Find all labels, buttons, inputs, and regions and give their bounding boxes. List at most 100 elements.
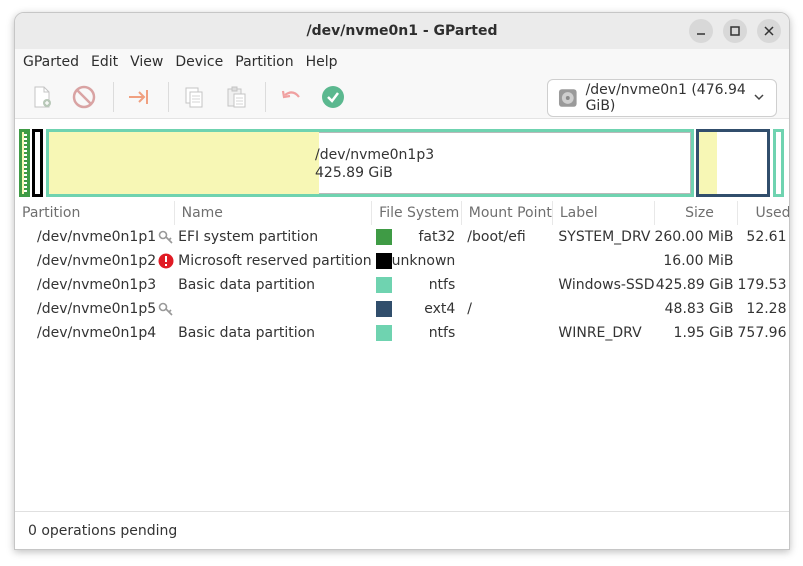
menu-gparted[interactable]: GParted — [17, 49, 85, 75]
minimize-button[interactable] — [689, 19, 713, 43]
filesystem-name: ext4 — [424, 301, 456, 317]
paste-icon — [227, 86, 246, 107]
used-space-fill — [49, 132, 319, 194]
key-icon — [158, 230, 173, 244]
close-button[interactable] — [757, 19, 781, 43]
partition-path: /dev/nvme0n1p1 — [37, 229, 157, 245]
chevron-down-icon — [754, 94, 764, 101]
partition-name: EFI system partition — [178, 229, 319, 245]
column-header-size[interactable]: Size — [654, 201, 739, 225]
filesystem-color-swatch — [375, 277, 392, 293]
partition-size: 48.83 GiB — [664, 301, 734, 317]
partition-name: Basic data partition — [178, 325, 316, 341]
undo-icon — [281, 90, 300, 98]
copy-button[interactable] — [177, 80, 211, 114]
filesystem-color-swatch — [375, 253, 392, 269]
table-row[interactable]: /dev/nvme0n1p1 EFI system partition fat3… — [15, 225, 789, 249]
filesystem-name: unknown — [391, 253, 456, 269]
partition-size: 16.00 MiB — [663, 253, 734, 269]
apply-button[interactable] — [316, 80, 350, 114]
menu-edit[interactable]: Edit — [85, 49, 124, 75]
mount-point — [461, 321, 552, 345]
maximize-button[interactable] — [723, 19, 747, 43]
partition-label — [552, 249, 654, 273]
filesystem-color-swatch — [375, 325, 392, 341]
column-header-mountpoint[interactable]: Mount Point — [461, 201, 553, 225]
table-row[interactable]: /dev/nvme0n1p2 Microsoft reserved partit… — [15, 249, 789, 273]
operations-pending-text: 0 operations pending — [28, 522, 178, 539]
partition-label: SYSTEM_DRV — [558, 229, 651, 245]
toolbar: /dev/nvme0n1 (476.94 GiB) — [15, 75, 789, 119]
new-document-icon — [34, 86, 51, 107]
partition-label: WINRE_DRV — [558, 325, 642, 341]
diskmap-partition-p4[interactable] — [773, 129, 784, 197]
undo-button[interactable] — [274, 80, 308, 114]
disk-map: /dev/nvme0n1p3 425.89 GiB — [15, 119, 789, 197]
resize-arrow-icon — [129, 89, 148, 104]
diskmap-partition-size: 425.89 GiB — [315, 165, 393, 181]
partition-used: 757.96 — [737, 325, 787, 341]
filesystem-name: ntfs — [428, 325, 456, 341]
partition-used: 52.61 — [746, 229, 787, 245]
table-row[interactable]: /dev/nvme0n1p4 Basic data partition ntfs… — [15, 321, 789, 345]
column-header-label[interactable]: Label — [552, 201, 655, 225]
column-header-partition[interactable]: Partition — [15, 201, 175, 225]
minimize-icon — [697, 33, 705, 35]
partition-name: Microsoft reserved partition — [178, 253, 372, 269]
menu-help[interactable]: Help — [300, 49, 344, 75]
diskmap-partition-p2[interactable] — [32, 129, 43, 197]
mount-point — [461, 273, 552, 297]
partition-label — [552, 297, 654, 321]
partition-path: /dev/nvme0n1p4 — [37, 325, 157, 341]
partition-table: Partition Name File System Mount Point L… — [15, 201, 789, 503]
gparted-window: /dev/nvme0n1 - GParted GParted Edit View… — [14, 12, 790, 550]
partition-path: /dev/nvme0n1p2 — [37, 253, 157, 269]
filesystem-color-swatch — [375, 301, 392, 317]
copy-icon — [185, 87, 203, 107]
partition-used: 179.53 — [737, 277, 787, 293]
check-circle-icon — [322, 85, 344, 108]
title-bar: /dev/nvme0n1 - GParted — [15, 13, 789, 49]
status-bar: 0 operations pending — [15, 511, 789, 549]
mount-point — [461, 249, 552, 273]
close-icon — [764, 26, 774, 36]
menu-bar: GParted Edit View Device Partition Help — [15, 49, 789, 75]
partition-name: Basic data partition — [178, 277, 316, 293]
paste-button[interactable] — [219, 80, 253, 114]
used-space-fill — [699, 132, 717, 194]
new-partition-button[interactable] — [25, 80, 59, 114]
delete-button[interactable] — [67, 80, 101, 114]
filesystem-color-swatch — [375, 229, 392, 245]
diskmap-partition-p1[interactable] — [19, 129, 30, 197]
delete-icon — [72, 85, 96, 108]
menu-partition[interactable]: Partition — [229, 49, 299, 75]
column-header-name[interactable]: Name — [174, 201, 373, 225]
toolbar-separator — [265, 81, 266, 112]
warning-icon — [158, 253, 174, 269]
column-header-filesystem[interactable]: File System — [371, 201, 462, 225]
filesystem-name: ntfs — [428, 277, 456, 293]
partition-size: 425.89 GiB — [655, 277, 734, 293]
diskmap-partition-p5[interactable] — [696, 129, 770, 197]
filesystem-name: fat32 — [418, 229, 456, 245]
partition-size: 260.00 MiB — [654, 229, 734, 245]
window-title: /dev/nvme0n1 - GParted — [306, 23, 498, 39]
diskmap-partition-p3[interactable]: /dev/nvme0n1p3 425.89 GiB — [46, 129, 694, 197]
menu-view[interactable]: View — [124, 49, 169, 75]
partition-label: Windows-SSD — [558, 277, 655, 293]
partition-used: 12.28 — [746, 301, 787, 317]
menu-device[interactable]: Device — [169, 49, 229, 75]
mount-point: / — [467, 301, 472, 317]
partition-size: 1.95 GiB — [673, 325, 734, 341]
toolbar-separator — [168, 81, 169, 112]
device-selector[interactable]: /dev/nvme0n1 (476.94 GiB) — [547, 79, 777, 117]
partition-name — [174, 297, 372, 321]
harddisk-icon — [558, 89, 577, 107]
table-row[interactable]: /dev/nvme0n1p3 Basic data partition ntfs… — [15, 273, 789, 297]
key-icon — [158, 302, 173, 316]
column-header-used[interactable]: Used — [738, 201, 789, 225]
table-row[interactable]: /dev/nvme0n1p5 ext4 / 48.83 GiB 12.28 — [15, 297, 789, 321]
partition-used — [738, 249, 790, 273]
resize-move-button[interactable] — [122, 80, 156, 114]
diskmap-selected-label: /dev/nvme0n1p3 425.89 GiB — [315, 146, 434, 182]
